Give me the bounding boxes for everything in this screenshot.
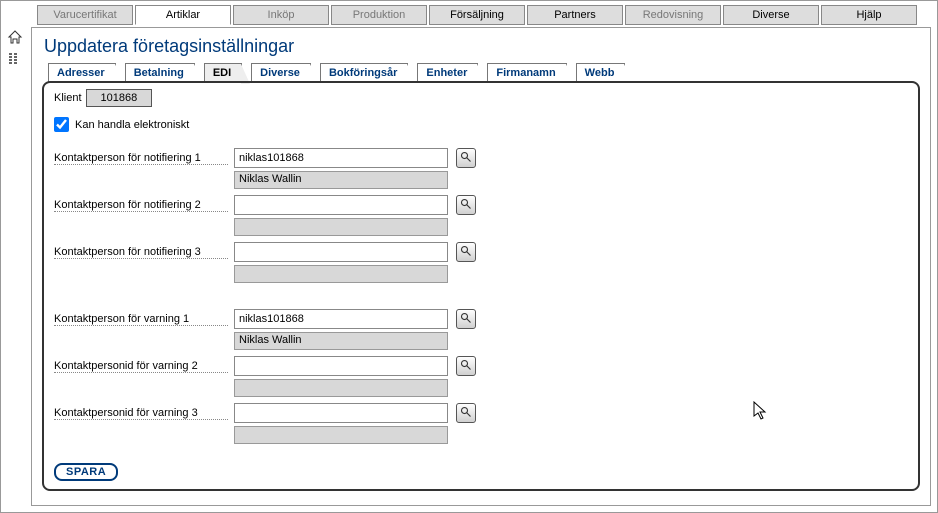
inner-tab-bokforingsar[interactable]: Bokföringsår xyxy=(320,63,408,82)
tab-diverse[interactable]: Diverse xyxy=(723,5,819,25)
home-icon[interactable] xyxy=(7,29,23,45)
inner-tab-firmanamn[interactable]: Firmanamn xyxy=(487,63,566,82)
notif1-lookup-button[interactable] xyxy=(456,148,476,168)
list-icon[interactable] xyxy=(7,51,23,67)
notif3-display xyxy=(234,265,448,283)
left-icon-bar xyxy=(5,29,25,67)
inner-tab-betalning[interactable]: Betalning xyxy=(125,63,195,82)
notif1-input[interactable] xyxy=(234,148,448,168)
varn3-input[interactable] xyxy=(234,403,448,423)
varn3-lookup-button[interactable] xyxy=(456,403,476,423)
varn3-display xyxy=(234,426,448,444)
top-tabs: Varucertifikat Artiklar Inköp Produktion… xyxy=(1,1,937,25)
tab-redovisning[interactable]: Redovisning xyxy=(625,5,721,25)
search-icon xyxy=(460,151,472,166)
notif2-lookup-button[interactable] xyxy=(456,195,476,215)
tab-artiklar[interactable]: Artiklar xyxy=(135,5,231,25)
notif3-label: Kontaktperson för notifiering 3 xyxy=(54,242,228,259)
tab-produktion[interactable]: Produktion xyxy=(331,5,427,25)
inner-tab-webb[interactable]: Webb xyxy=(576,63,626,82)
inner-tab-adresser[interactable]: Adresser xyxy=(48,63,116,82)
varn2-display xyxy=(234,379,448,397)
inner-tab-edi[interactable]: EDI xyxy=(204,63,242,82)
notif2-display xyxy=(234,218,448,236)
varn1-display: Niklas Wallin xyxy=(234,332,448,350)
klient-label: Klient xyxy=(54,92,82,104)
notif2-label: Kontaktperson för notifiering 2 xyxy=(54,195,228,212)
inner-tab-enheter[interactable]: Enheter xyxy=(417,63,478,82)
search-icon xyxy=(460,359,472,374)
notif1-display: Niklas Wallin xyxy=(234,171,448,189)
varn1-input[interactable] xyxy=(234,309,448,329)
tab-inkop[interactable]: Inköp xyxy=(233,5,329,25)
tab-varucertifikat[interactable]: Varucertifikat xyxy=(37,5,133,25)
elektroniskt-checkbox[interactable] xyxy=(54,117,69,132)
notif2-input[interactable] xyxy=(234,195,448,215)
varn3-label: Kontaktpersonid för varning 3 xyxy=(54,403,228,420)
search-icon xyxy=(460,312,472,327)
tab-forsaljning[interactable]: Försäljning xyxy=(429,5,525,25)
varn2-input[interactable] xyxy=(234,356,448,376)
inner-tabs: Adresser Betalning EDI Diverse Bokföring… xyxy=(42,63,920,82)
tab-hjalp[interactable]: Hjälp xyxy=(821,5,917,25)
varn2-lookup-button[interactable] xyxy=(456,356,476,376)
edi-panel: Klient 101868 Kan handla elektroniskt Ko… xyxy=(42,81,920,491)
search-icon xyxy=(460,245,472,260)
elektroniskt-label: Kan handla elektroniskt xyxy=(75,119,189,131)
tab-partners[interactable]: Partners xyxy=(527,5,623,25)
notif3-input[interactable] xyxy=(234,242,448,262)
save-button[interactable]: SPARA xyxy=(54,463,118,481)
varn1-lookup-button[interactable] xyxy=(456,309,476,329)
search-icon xyxy=(460,406,472,421)
varn2-label: Kontaktpersonid för varning 2 xyxy=(54,356,228,373)
search-icon xyxy=(460,198,472,213)
notif1-label: Kontaktperson för notifiering 1 xyxy=(54,148,228,165)
varn1-label: Kontaktperson för varning 1 xyxy=(54,309,228,326)
notif3-lookup-button[interactable] xyxy=(456,242,476,262)
inner-tab-diverse[interactable]: Diverse xyxy=(251,63,311,82)
page-title: Uppdatera företagsinställningar xyxy=(44,36,920,57)
klient-value: 101868 xyxy=(86,89,153,107)
